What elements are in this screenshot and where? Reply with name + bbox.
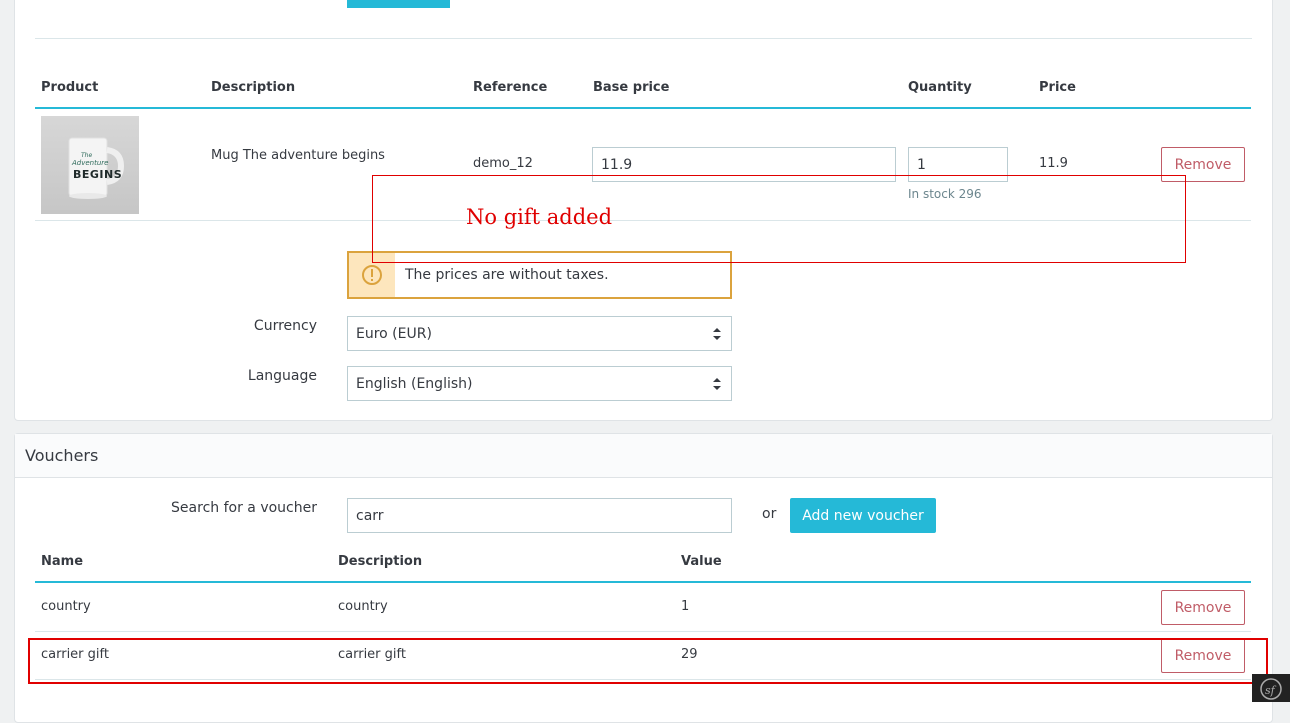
or-text: or	[762, 506, 777, 522]
voucher-description: country	[338, 599, 388, 614]
mug-text-line1: The	[81, 152, 93, 159]
top-action-button[interactable]	[347, 0, 450, 8]
quantity-value: 1	[917, 156, 926, 173]
remove-voucher-button[interactable]: Remove	[1161, 590, 1245, 625]
select-arrows-icon	[713, 377, 721, 390]
annotation-text: No gift added	[466, 205, 613, 229]
header-quantity: Quantity	[908, 80, 972, 95]
svg-text:sf: sf	[1265, 684, 1277, 697]
voucher-header-value: Value	[681, 554, 722, 569]
header-description: Description	[211, 80, 296, 95]
voucher-search-input[interactable]: carr	[347, 498, 732, 533]
symfony-toolbar-toggle[interactable]: sf	[1252, 674, 1290, 702]
product-reference: demo_12	[473, 156, 533, 171]
vouchers-header-bar	[15, 434, 1272, 478]
symfony-icon: sf	[1260, 678, 1282, 700]
voucher-header-description: Description	[338, 554, 423, 569]
voucher-search-value: carr	[356, 507, 384, 524]
voucher-value: 1	[681, 599, 690, 614]
language-label: Language	[247, 368, 317, 384]
product-price: 11.9	[1039, 156, 1068, 171]
language-selected: English (English)	[356, 375, 473, 392]
currency-selected: Euro (EUR)	[356, 325, 432, 342]
currency-select[interactable]: Euro (EUR)	[347, 316, 732, 351]
select-arrows-icon	[713, 327, 721, 340]
voucher-name: country	[41, 599, 91, 614]
voucher-header-name: Name	[41, 554, 84, 569]
voucher-search-label: Search for a voucher	[171, 500, 317, 516]
vouchers-title: Vouchers	[25, 446, 99, 465]
mug-text-line3: BEGINS	[73, 168, 123, 181]
divider	[35, 38, 1252, 39]
warning-icon	[362, 265, 382, 285]
header-price: Price	[1039, 80, 1076, 95]
alert-text: The prices are without taxes.	[405, 267, 609, 283]
header-base-price: Base price	[593, 80, 670, 95]
product-description: Mug The adventure begins	[211, 148, 385, 163]
add-new-voucher-button[interactable]: Add new voucher	[790, 498, 936, 533]
carrier-gift-highlight	[28, 638, 1268, 684]
voucher-row-divider	[35, 631, 1251, 632]
header-reference: Reference	[473, 80, 548, 95]
product-image: The Adventure BEGINS	[41, 116, 139, 214]
voucher-header-underline	[35, 581, 1251, 583]
table-header-underline	[35, 107, 1251, 109]
mug-text-line2: Adventure	[72, 159, 109, 167]
currency-label: Currency	[253, 318, 317, 334]
header-product: Product	[41, 80, 99, 95]
language-select[interactable]: English (English)	[347, 366, 732, 401]
base-price-value: 11.9	[601, 156, 633, 173]
